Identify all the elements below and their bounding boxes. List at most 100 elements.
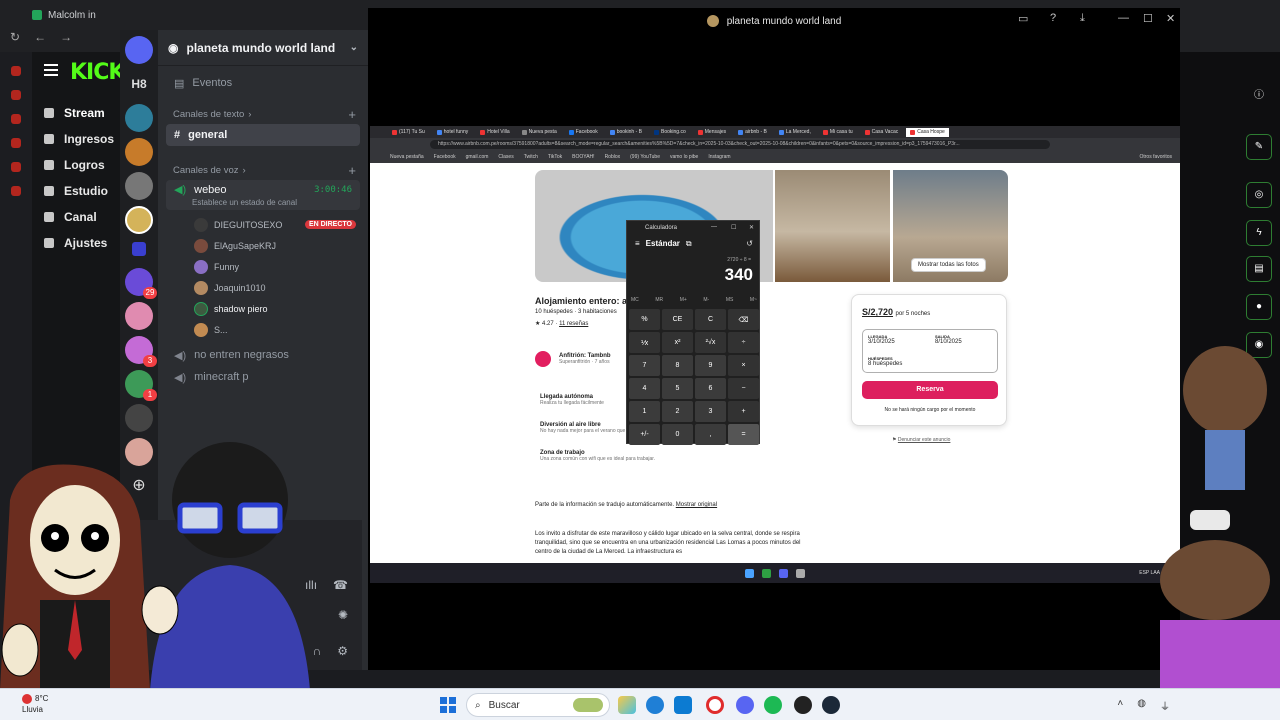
microphone-icon[interactable]: ⏚ bbox=[1160, 698, 1170, 713]
server-header[interactable]: ◉ planeta mundo world land ⌄ bbox=[158, 30, 368, 66]
extension-icon[interactable] bbox=[11, 186, 21, 196]
extension-icon[interactable] bbox=[11, 66, 21, 76]
bookmark[interactable]: Instagram bbox=[708, 154, 730, 160]
memory-button[interactable]: MC bbox=[631, 297, 639, 303]
menu-icon[interactable]: ≡ bbox=[635, 239, 640, 249]
calculator-key[interactable]: − bbox=[728, 378, 759, 399]
inner-tab[interactable]: airbnb - B bbox=[734, 128, 771, 137]
calculator-key[interactable]: × bbox=[728, 355, 759, 376]
chevron-up-icon[interactable]: ˄ bbox=[1117, 698, 1123, 713]
chat-icon[interactable]: ● bbox=[1246, 294, 1272, 320]
disconnect-icon[interactable]: ☎ bbox=[333, 578, 348, 592]
inner-tab[interactable]: Mi casa tu bbox=[819, 128, 857, 137]
document-icon[interactable]: ▤ bbox=[1246, 256, 1272, 282]
voice-member[interactable]: Funny bbox=[158, 256, 368, 277]
lightning-icon[interactable]: ϟ bbox=[1246, 220, 1272, 246]
checkin-field[interactable]: LLEGADA 3/10/2025 bbox=[868, 334, 895, 345]
calculator-key[interactable]: % bbox=[629, 309, 660, 330]
browser-tab[interactable]: Malcolm in bbox=[32, 6, 96, 24]
minimize-icon[interactable]: — bbox=[1118, 12, 1129, 24]
inner-tab[interactable]: Casa Vacac bbox=[861, 128, 903, 137]
steam-icon[interactable] bbox=[822, 696, 840, 714]
server-icon[interactable]: 3 bbox=[125, 336, 157, 367]
add-channel-icon[interactable]: + bbox=[348, 107, 356, 122]
bookmark[interactable]: Facebook bbox=[434, 154, 456, 160]
chevron-down-icon[interactable]: ⌄ bbox=[350, 42, 358, 53]
voice-member[interactable]: shadow piero bbox=[158, 298, 368, 319]
dates-box[interactable]: LLEGADA 3/10/2025 SALIDA 8/10/2025 HUÉSPED… bbox=[862, 329, 998, 373]
calculator-key[interactable]: ⌫ bbox=[728, 309, 759, 330]
calculator-key[interactable]: 7 bbox=[629, 355, 660, 376]
discord-icon[interactable] bbox=[779, 568, 788, 578]
inner-tab[interactable]: Hotel Villa bbox=[476, 128, 513, 137]
inner-tab[interactable]: La Merced, bbox=[775, 128, 815, 137]
help-icon[interactable]: ? bbox=[1050, 12, 1056, 24]
file-explorer-icon[interactable] bbox=[674, 696, 692, 714]
maximize-icon[interactable]: ☐ bbox=[1143, 12, 1153, 25]
memory-button[interactable]: M- bbox=[703, 297, 709, 303]
server-h8[interactable]: H8 bbox=[125, 70, 153, 98]
calculator-key[interactable]: 6 bbox=[695, 378, 726, 399]
extension-icon[interactable] bbox=[11, 90, 21, 100]
edge-icon[interactable] bbox=[646, 696, 664, 714]
voice-channel[interactable]: ◀) no entren negrasos bbox=[158, 344, 368, 366]
inner-tab[interactable]: hotel funny bbox=[433, 128, 472, 137]
bookmark[interactable]: vamo lo pibe bbox=[670, 154, 698, 160]
calculator-key[interactable]: ⅟x bbox=[629, 332, 660, 353]
forward-icon[interactable]: → bbox=[60, 30, 72, 44]
extension-icon[interactable] bbox=[11, 138, 21, 148]
calculator-key[interactable]: 4 bbox=[629, 378, 660, 399]
voice-category[interactable]: Canales de voz › + bbox=[158, 160, 368, 180]
activity-icon[interactable]: ✺ bbox=[338, 608, 348, 622]
copilot-icon[interactable] bbox=[618, 696, 636, 714]
reserve-button[interactable]: Reserva bbox=[862, 381, 998, 399]
host-row[interactable]: Anfitrión: Tambnb Superanfitrión · 7 años bbox=[535, 351, 611, 367]
popout-icon[interactable]: ▭ bbox=[1018, 12, 1028, 25]
browser-icon[interactable] bbox=[762, 568, 771, 578]
calculator-key[interactable]: ²√x bbox=[695, 332, 726, 353]
server-icon[interactable]: 1 bbox=[125, 370, 157, 401]
taskbar-search[interactable]: ⌕ Buscar bbox=[466, 693, 610, 717]
checkout-field[interactable]: SALIDA 8/10/2025 bbox=[935, 334, 962, 345]
calculator-key[interactable]: +/- bbox=[629, 424, 660, 445]
minimize-icon[interactable]: — bbox=[711, 224, 717, 230]
text-category[interactable]: Canales de texto › + bbox=[158, 104, 368, 124]
extension-icon[interactable] bbox=[11, 162, 21, 172]
keep-on-top-icon[interactable]: ⧉ bbox=[686, 239, 692, 249]
server-icon[interactable] bbox=[125, 104, 153, 132]
calculator-key[interactable]: 2 bbox=[662, 401, 693, 422]
folder-icon[interactable] bbox=[132, 242, 146, 256]
bookmark[interactable]: Roblox bbox=[605, 154, 621, 160]
voice-channel[interactable]: ◀) minecraft p bbox=[158, 366, 368, 388]
kick-nav-logros[interactable]: Logros bbox=[40, 152, 120, 178]
calculator-key[interactable]: 1 bbox=[629, 401, 660, 422]
pencil-icon[interactable]: ✎ bbox=[1246, 134, 1272, 160]
calculator-mode[interactable]: ≡ Estándar ⧉ bbox=[635, 239, 692, 249]
download-icon[interactable]: ⤓ bbox=[1080, 12, 1085, 25]
calculator-key[interactable]: , bbox=[695, 424, 726, 445]
windows-start-icon[interactable] bbox=[745, 568, 754, 578]
calculator-key[interactable]: 3 bbox=[695, 401, 726, 422]
server-icon-active[interactable] bbox=[125, 206, 153, 234]
bookmark[interactable]: (99) YouTube bbox=[630, 154, 660, 160]
calculator-key[interactable]: ÷ bbox=[728, 332, 759, 353]
maximize-icon[interactable]: ☐ bbox=[731, 224, 736, 231]
server-icon[interactable]: 29 bbox=[125, 268, 157, 299]
events-row[interactable]: ▤ Eventos bbox=[158, 72, 368, 94]
reviews-link[interactable]: 11 reseñas bbox=[559, 321, 588, 327]
server-icon[interactable] bbox=[125, 138, 153, 166]
camera-icon[interactable]: ◎ bbox=[1246, 182, 1272, 208]
network-icon[interactable]: ◍ bbox=[1137, 698, 1146, 713]
obs-icon[interactable] bbox=[794, 696, 812, 714]
voice-member[interactable]: Joaquin1010 bbox=[158, 277, 368, 298]
channel-general[interactable]: # general bbox=[166, 124, 360, 146]
inner-tab[interactable]: Casa Hospe bbox=[906, 127, 949, 137]
calculator-key[interactable]: C bbox=[695, 309, 726, 330]
discord-home-icon[interactable] bbox=[125, 36, 153, 64]
calculator-key[interactable]: = bbox=[728, 424, 759, 445]
weather-widget[interactable]: 8°C Lluvia bbox=[22, 693, 48, 715]
voice-channel-webeo[interactable]: ◀) webeo 3:00:46 Establece un estado de … bbox=[166, 180, 360, 210]
show-original-link[interactable]: Mostrar original bbox=[676, 502, 717, 508]
menu-icon[interactable] bbox=[44, 64, 58, 66]
memory-button[interactable]: M~ bbox=[750, 297, 757, 303]
